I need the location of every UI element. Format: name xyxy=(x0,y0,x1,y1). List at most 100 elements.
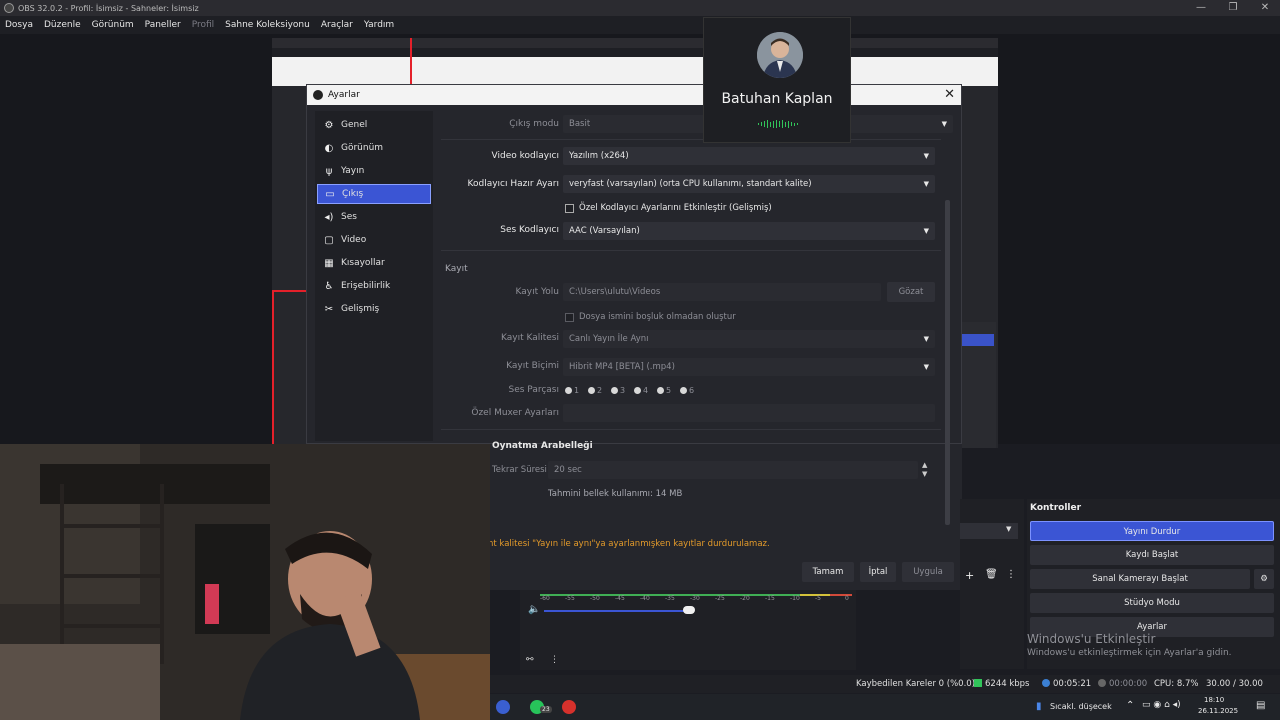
sidebar-item-genel[interactable]: ⚙ Genel xyxy=(317,115,431,135)
audio-track-1-radio[interactable]: 1 xyxy=(565,386,579,395)
audio-track-2-radio[interactable]: 2 xyxy=(588,386,602,395)
notification-icon[interactable]: ▤ xyxy=(1256,700,1265,711)
warning-message: nt kalitesi "Yayın ile aynı"ya ayarlanmı… xyxy=(488,539,770,549)
record-path-input[interactable]: C:\Users\ulutu\Videos xyxy=(563,283,881,301)
record-format-value: Hibrit MP4 [BETA] (.mp4) xyxy=(569,362,675,372)
divider xyxy=(441,139,941,140)
ok-button[interactable]: Tamam xyxy=(802,562,854,582)
chevron-down-icon: ▼ xyxy=(923,152,929,160)
preview-nested-screen xyxy=(272,38,998,86)
encoder-preset-value: veryfast (varsayılan) (orta CPU kullanım… xyxy=(569,179,812,189)
meter-tick: -25 xyxy=(715,595,725,602)
audio-track-6-radio[interactable]: 6 xyxy=(680,386,694,395)
menu-araclar[interactable]: Araçlar xyxy=(321,20,353,30)
thermometer-icon: ▮ xyxy=(1036,701,1042,712)
video-encoder-select[interactable]: Yazılım (x264) ▼ xyxy=(563,147,935,165)
record-quality-label: Kayıt Kalitesi xyxy=(501,333,559,343)
studio-mode-button[interactable]: Stüdyo Modu xyxy=(1030,593,1274,613)
record-format-select[interactable]: Hibrit MP4 [BETA] (.mp4) ▼ xyxy=(563,358,935,376)
obs-logo-icon xyxy=(313,90,323,100)
video-encoder-label: Video kodlayıcı xyxy=(491,151,559,161)
spinner-arrows-icon[interactable]: ▲ ▼ xyxy=(922,461,927,479)
sidebar-item-gorunum[interactable]: ◐ Görünüm xyxy=(317,138,431,158)
sidebar-item-cikis[interactable]: ▭ Çıkış xyxy=(317,184,431,204)
gear-icon: ⚙ xyxy=(1260,574,1268,584)
menu-yardim[interactable]: Yardım xyxy=(364,20,394,30)
tray-icons[interactable]: ▭ ◉ ⌂ ◂) xyxy=(1142,700,1181,710)
output-settings-content: Çıkış modu Basit ▼ Video kodlayıcı Yazılı… xyxy=(441,109,953,443)
audio-track-5-radio[interactable]: 5 xyxy=(657,386,671,395)
trash-icon[interactable]: 🗑 xyxy=(985,569,998,580)
meter-tick: -35 xyxy=(665,595,675,602)
volume-slider-handle[interactable] xyxy=(683,606,695,614)
maximize-button[interactable]: ❐ xyxy=(1218,0,1248,16)
app-icon-record[interactable] xyxy=(562,700,576,714)
volume-slider[interactable] xyxy=(544,610,694,612)
chevron-up-icon[interactable]: ⌃ xyxy=(1126,700,1134,711)
menu-duzenle[interactable]: Düzenle xyxy=(44,20,81,30)
close-icon[interactable]: ✕ xyxy=(944,87,955,102)
meter-tick: -40 xyxy=(640,595,650,602)
weather-text[interactable]: Sıcakl. düşecek xyxy=(1050,702,1112,711)
source-list-mini xyxy=(960,322,996,448)
radio-dot xyxy=(657,387,664,394)
radio-dot xyxy=(634,387,641,394)
settings-scrollbar[interactable] xyxy=(945,200,950,525)
start-virtual-camera-button[interactable]: Sanal Kamerayı Başlat xyxy=(1030,569,1250,589)
sidebar-item-yayin[interactable]: ψ Yayın xyxy=(317,161,431,181)
sidebar-item-erisebilirlik[interactable]: ♿ Erişebilirlik xyxy=(317,276,431,296)
radio-label: 1 xyxy=(574,386,580,395)
menu-paneller[interactable]: Paneller xyxy=(145,20,181,30)
output-mode-label: Çıkış modu xyxy=(509,119,559,129)
browse-button[interactable]: Gözat xyxy=(887,282,935,302)
no-space-filename-checkbox[interactable]: Dosya ismini boşluk olmadan oluştur xyxy=(565,312,736,322)
speaker-icon: ◂) xyxy=(324,211,334,223)
audio-track-4-radio[interactable]: 4 xyxy=(634,386,648,395)
sidebar-item-ses[interactable]: ◂) Ses xyxy=(317,207,431,227)
app-icon-obs[interactable] xyxy=(496,700,510,714)
dropped-frames: Kaybedilen Kareler 0 (%0.0) xyxy=(856,679,976,689)
cancel-button[interactable]: İptal xyxy=(860,562,896,582)
keyboard-icon: ▦ xyxy=(324,257,334,269)
add-icon[interactable]: + xyxy=(965,569,974,582)
stop-stream-button[interactable]: Yayını Durdur xyxy=(1030,521,1274,541)
sidebar-item-kisayollar[interactable]: ▦ Kısayollar xyxy=(317,253,431,273)
memory-usage-note: Tahmini bellek kullanımı: 14 MB xyxy=(548,489,683,499)
record-quality-select[interactable]: Canlı Yayın İle Aynı ▼ xyxy=(563,330,935,348)
menu-sahne-koleksiyonu[interactable]: Sahne Koleksiyonu xyxy=(225,20,310,30)
encoder-preset-select[interactable]: veryfast (varsayılan) (orta CPU kullanım… xyxy=(563,175,935,193)
output-mode-value: Basit xyxy=(569,119,591,129)
radio-label: 2 xyxy=(597,386,603,395)
replay-time-input[interactable]: 20 sec xyxy=(548,461,918,479)
windows-taskbar: 23 ▮ Sıcakl. düşecek ⌃ ▭ ◉ ⌂ ◂) 18:10 26… xyxy=(490,694,1280,720)
virtual-camera-settings-button[interactable]: ⚙ xyxy=(1254,569,1274,589)
radio-dot xyxy=(565,387,572,394)
radio-dot xyxy=(680,387,687,394)
menu-dosya[interactable]: Dosya xyxy=(5,20,33,30)
recording-section-title: Kayıt xyxy=(445,264,468,274)
replay-time-label: Tekrar Süresi xyxy=(492,465,547,475)
encoder-preset-label: Kodlayıcı Hazır Ayarı xyxy=(467,179,559,189)
tools-icon: ✂ xyxy=(324,303,334,315)
apply-button[interactable]: Uygula xyxy=(902,562,954,582)
activation-title: Windows'u Etkinleştir xyxy=(1027,632,1156,646)
start-recording-button[interactable]: Kaydı Başlat xyxy=(1030,545,1274,565)
meter-tick: -45 xyxy=(615,595,625,602)
menu-profil[interactable]: Profil xyxy=(192,20,214,30)
sidebar-item-label: Yayın xyxy=(341,166,365,176)
close-window-button[interactable]: ✕ xyxy=(1250,0,1280,16)
audio-track-3-radio[interactable]: 3 xyxy=(611,386,625,395)
menu-gorunum[interactable]: Görünüm xyxy=(92,20,134,30)
selection-outline xyxy=(272,290,274,444)
sidebar-item-gelismis[interactable]: ✂ Gelişmiş xyxy=(317,299,431,319)
speaker-icon[interactable]: 🔈 xyxy=(528,604,540,615)
sidebar-item-video[interactable]: ▢ Video xyxy=(317,230,431,250)
more-icon[interactable]: ⋮ xyxy=(1006,569,1016,580)
audio-encoder-select[interactable]: AAC (Varsayılan) ▼ xyxy=(563,222,935,240)
custom-encoder-checkbox[interactable]: Özel Kodlayıcı Ayarlarını Etkinleştir (G… xyxy=(565,203,772,213)
minimize-button[interactable]: — xyxy=(1186,0,1216,16)
muxer-input[interactable] xyxy=(563,404,935,422)
link-icon[interactable]: ⚯ xyxy=(526,655,534,665)
obs-logo-icon xyxy=(4,3,14,13)
more-icon[interactable]: ⋮ xyxy=(550,655,559,665)
